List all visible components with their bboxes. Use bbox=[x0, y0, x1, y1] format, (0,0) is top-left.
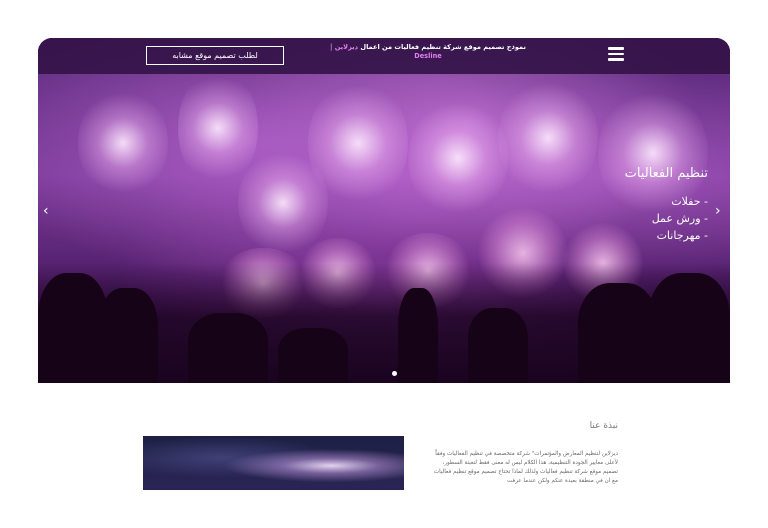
crowd-silhouette bbox=[38, 263, 730, 383]
header-note-text: نموذج تصميم موقع شركة تنظيم فعاليات من ا… bbox=[360, 43, 526, 51]
crowd-figure bbox=[278, 328, 348, 383]
author-link[interactable]: Desline bbox=[288, 52, 568, 61]
about-title: نبذة عنا bbox=[589, 421, 618, 431]
hero-caption: تنظيم الفعاليات - حفلات - ورش عمل - مهرج… bbox=[598, 166, 708, 244]
brand-link[interactable]: ديزلاين | bbox=[330, 43, 358, 51]
about-image bbox=[143, 436, 404, 490]
crowd-figure bbox=[398, 288, 438, 383]
request-design-button[interactable]: لطلب تصميم موقع مشابه bbox=[146, 46, 284, 65]
hero-list-item: - ورش عمل bbox=[651, 212, 708, 225]
hero-list-item: - مهرجانات bbox=[656, 229, 708, 242]
chevron-right-icon[interactable]: › bbox=[715, 204, 721, 218]
firework bbox=[78, 88, 168, 198]
hero-list: - حفلات - ورش عمل - مهرجانات bbox=[598, 193, 708, 244]
header-note: نموذج تصميم موقع شركة تنظيم فعاليات من ا… bbox=[288, 43, 568, 61]
top-header: لطلب تصميم موقع مشابه نموذج تصميم موقع ش… bbox=[38, 38, 730, 74]
chevron-left-icon[interactable]: ‹ bbox=[43, 204, 49, 218]
firework bbox=[308, 78, 408, 208]
firework bbox=[408, 98, 508, 218]
hero-list-item: - حفلات bbox=[671, 195, 708, 208]
crowd-figure bbox=[468, 308, 528, 383]
firework bbox=[498, 78, 598, 198]
crowd-figure bbox=[578, 283, 658, 383]
crowd-figure bbox=[188, 313, 268, 383]
hero-slider: لطلب تصميم موقع مشابه نموذج تصميم موقع ش… bbox=[38, 38, 730, 383]
crowd-figure bbox=[98, 288, 158, 383]
hamburger-icon[interactable] bbox=[608, 47, 624, 61]
about-text: ديزلاين لتنظيم المعارض والمؤتمرات" شركة … bbox=[433, 451, 618, 484]
slider-dot[interactable] bbox=[392, 371, 397, 376]
crowd-figure bbox=[648, 273, 730, 383]
hero-title: تنظيم الفعاليات bbox=[624, 166, 708, 181]
